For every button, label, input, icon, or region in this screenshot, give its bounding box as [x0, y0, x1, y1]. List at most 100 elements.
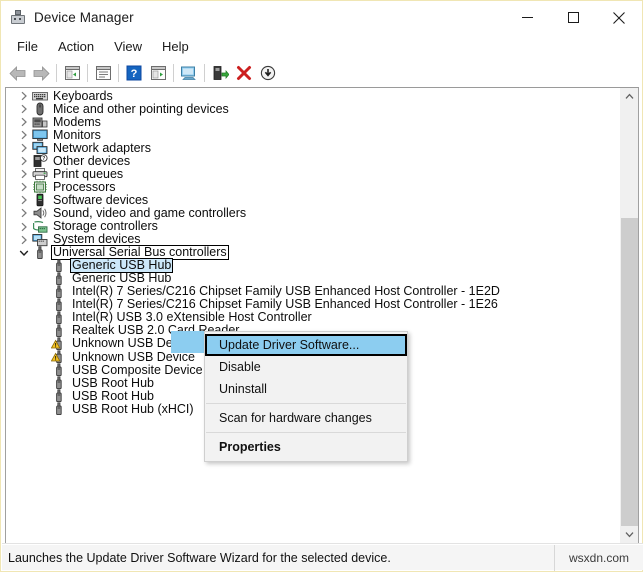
chevron-right-icon[interactable]	[16, 117, 32, 127]
chevron-right-icon[interactable]	[16, 195, 32, 205]
tree-row[interactable]: USB Root Hub	[35, 389, 156, 403]
maximize-button[interactable]	[550, 1, 596, 34]
chevron-right-icon[interactable]	[16, 235, 32, 245]
menu-view[interactable]: View	[105, 37, 151, 56]
tree-row-label: USB Root Hub (xHCI)	[72, 401, 194, 416]
menu-action[interactable]: Action	[49, 37, 103, 56]
network-icon	[32, 142, 48, 155]
chevron-right-icon[interactable]	[16, 222, 32, 232]
context-menu-item[interactable]: Update Driver Software...	[205, 334, 407, 356]
menu-help[interactable]: Help	[153, 37, 198, 56]
tree-row[interactable]: Intel(R) 7 Series/C216 Chipset Family US…	[35, 285, 502, 298]
chevron-right-icon[interactable]	[16, 156, 32, 166]
tree-row[interactable]: USB Composite Device	[35, 362, 205, 377]
tree-row[interactable]: Universal Serial Bus controllers	[16, 245, 229, 261]
close-button[interactable]	[596, 1, 642, 34]
device-tree[interactable]: Keyboards Mice and other pointing devices…	[6, 88, 622, 543]
tree-vertical-scrollbar[interactable]	[620, 88, 638, 543]
chevron-right-icon[interactable]	[16, 143, 32, 153]
context-menu-separator	[206, 403, 406, 404]
properties-icon[interactable]	[91, 61, 115, 85]
chevron-right-icon[interactable]	[16, 182, 32, 192]
software-device-icon	[32, 194, 48, 207]
tree-row-label: Network adapters	[53, 140, 151, 155]
device-manager-window: Device Manager File Action View Help ? K…	[0, 0, 643, 572]
show-hide-console-tree-icon[interactable]	[60, 61, 84, 85]
action-menu-icon[interactable]	[146, 61, 170, 85]
forward-icon[interactable]	[29, 61, 53, 85]
tree-row[interactable]: Software devices	[16, 193, 150, 207]
help-icon[interactable]: ?	[122, 61, 146, 85]
usb-icon	[51, 298, 67, 311]
usb-icon	[51, 272, 67, 285]
tree-row[interactable]: Storage controllers	[16, 220, 160, 233]
tree-row[interactable]: Intel(R) USB 3.0 eXtensible Host Control…	[35, 311, 314, 324]
processor-icon	[32, 181, 48, 194]
tree-row[interactable]: Generic USB Hub	[35, 272, 173, 285]
uninstall-icon[interactable]	[232, 61, 256, 85]
update-driver-icon[interactable]	[208, 61, 232, 85]
disable-icon[interactable]	[256, 61, 280, 85]
usb-warning-icon	[51, 337, 67, 350]
toolbar-separator	[173, 64, 174, 82]
tree-row[interactable]: Print queues	[16, 167, 125, 181]
context-menu-item[interactable]: Uninstall	[205, 378, 407, 400]
context-menu-item[interactable]: Scan for hardware changes	[205, 407, 407, 429]
tree-row[interactable]: Monitors	[16, 127, 103, 142]
chevron-right-icon[interactable]	[16, 169, 32, 179]
svg-text:?: ?	[131, 68, 138, 80]
keyboard-icon	[32, 90, 48, 103]
tree-row[interactable]: Generic USB Hub	[35, 258, 174, 274]
tree-row-label: Monitors	[53, 127, 101, 142]
tree-row[interactable]: Network adapters	[16, 140, 153, 155]
tree-row-label: Modems	[53, 114, 101, 129]
usb-icon	[51, 324, 67, 337]
chevron-down-icon[interactable]	[16, 249, 32, 257]
storage-icon	[32, 220, 48, 233]
usb-icon	[51, 376, 67, 390]
status-text: Launches the Update Driver Software Wiza…	[8, 550, 391, 565]
tree-row-label: Mice and other pointing devices	[53, 101, 229, 116]
device-tree-pane: Keyboards Mice and other pointing devices…	[5, 87, 639, 544]
tree-row[interactable]: ? Other devices	[16, 154, 132, 168]
tree-row[interactable]: Sound, video and game controllers	[16, 206, 248, 220]
tree-row-label: System devices	[53, 232, 141, 247]
chevron-right-icon[interactable]	[16, 130, 32, 140]
scroll-down-button[interactable]	[621, 526, 638, 543]
context-menu: Update Driver Software... Disable Uninstal…	[204, 331, 408, 462]
chevron-right-icon[interactable]	[16, 91, 32, 101]
tree-row-label: USB Root Hub	[72, 375, 154, 390]
minimize-button[interactable]	[504, 1, 550, 34]
usb-icon	[32, 245, 48, 259]
status-bar: Launches the Update Driver Software Wiza…	[2, 544, 643, 571]
chevron-right-icon[interactable]	[16, 104, 32, 114]
toolbar-separator	[56, 64, 57, 82]
tree-row[interactable]: Processors	[16, 179, 118, 194]
tree-row-label: Intel(R) 7 Series/C216 Chipset Family US…	[72, 284, 500, 299]
modem-icon	[32, 116, 48, 129]
back-icon[interactable]	[5, 61, 29, 85]
tree-row-label: Processors	[53, 179, 116, 194]
context-menu-item[interactable]: Disable	[205, 356, 407, 378]
tree-row-label: Storage controllers	[53, 219, 158, 233]
tree-row[interactable]: Keyboards	[16, 89, 115, 103]
menu-file[interactable]: File	[8, 37, 47, 56]
tree-row-label: USB Composite Device	[72, 362, 203, 377]
chevron-right-icon[interactable]	[16, 208, 32, 218]
toolbar-separator	[87, 64, 88, 82]
scan-hardware-changes-icon[interactable]	[177, 61, 201, 85]
tree-row[interactable]: Mice and other pointing devices	[16, 101, 231, 116]
tree-row[interactable]: System devices	[16, 233, 143, 246]
system-device-icon	[32, 233, 48, 246]
tree-row[interactable]: Modems	[16, 114, 103, 129]
tree-row[interactable]: Intel(R) 7 Series/C216 Chipset Family US…	[35, 298, 500, 311]
tree-row-label: Generic USB Hub	[72, 271, 172, 286]
tree-row[interactable]: USB Root Hub	[35, 375, 156, 390]
scrollbar-thumb[interactable]	[621, 218, 638, 533]
scroll-up-button[interactable]	[621, 88, 638, 105]
scrollbar-track-upper[interactable]	[621, 105, 638, 218]
toolbar-separator	[204, 64, 205, 82]
context-menu-item[interactable]: Properties	[205, 436, 407, 458]
toolbar: ?	[1, 59, 642, 88]
tree-row[interactable]: USB Root Hub (xHCI)	[35, 401, 196, 416]
